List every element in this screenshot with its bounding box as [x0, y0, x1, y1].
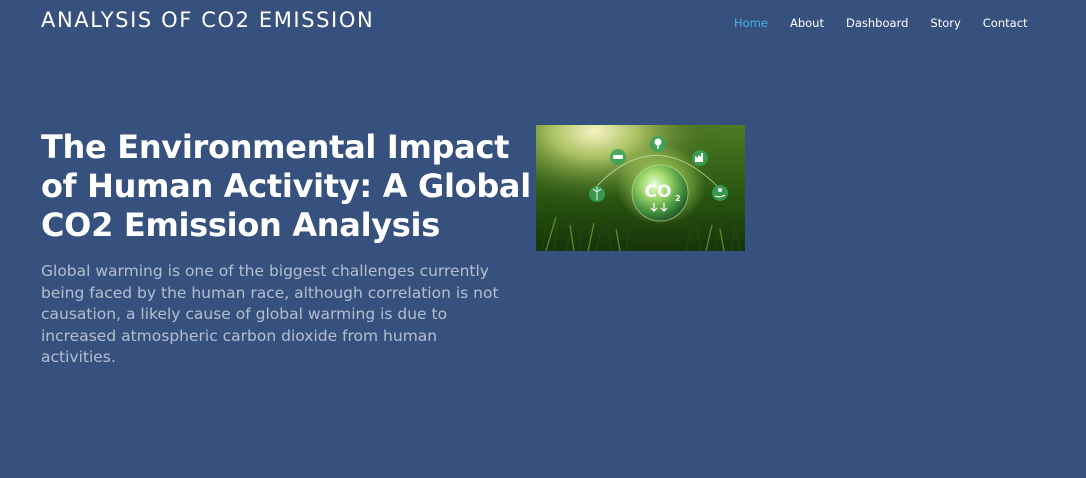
nav-story-link[interactable]: Story — [930, 16, 960, 30]
nav-about-link[interactable]: About — [790, 16, 824, 30]
tree-icon — [650, 136, 666, 152]
eco-hand-icon — [712, 185, 728, 201]
svg-text:2: 2 — [675, 194, 681, 203]
nav-dashboard-link[interactable]: Dashboard — [846, 16, 908, 30]
main-nav: Home About Dashboard Story Contact — [734, 16, 1028, 30]
nav-home-link[interactable]: Home — [734, 16, 768, 30]
co2-label-icon: CO — [645, 182, 672, 202]
site-logo[interactable]: ANALYSIS OF CO2 EMISSION — [41, 8, 374, 32]
hero-image: CO 2 — [536, 125, 745, 251]
site-header: ANALYSIS OF CO2 EMISSION Home About Dash… — [0, 0, 1086, 46]
co2-globe-image: CO 2 — [536, 125, 745, 251]
hero-description: Global warming is one of the biggest cha… — [41, 262, 499, 366]
car-icon — [610, 149, 626, 165]
factory-icon — [692, 150, 708, 166]
wind-turbine-icon — [589, 186, 605, 202]
hero-title: The Environmental Impact of Human Activi… — [41, 128, 531, 244]
nav-contact-link[interactable]: Contact — [983, 16, 1028, 30]
